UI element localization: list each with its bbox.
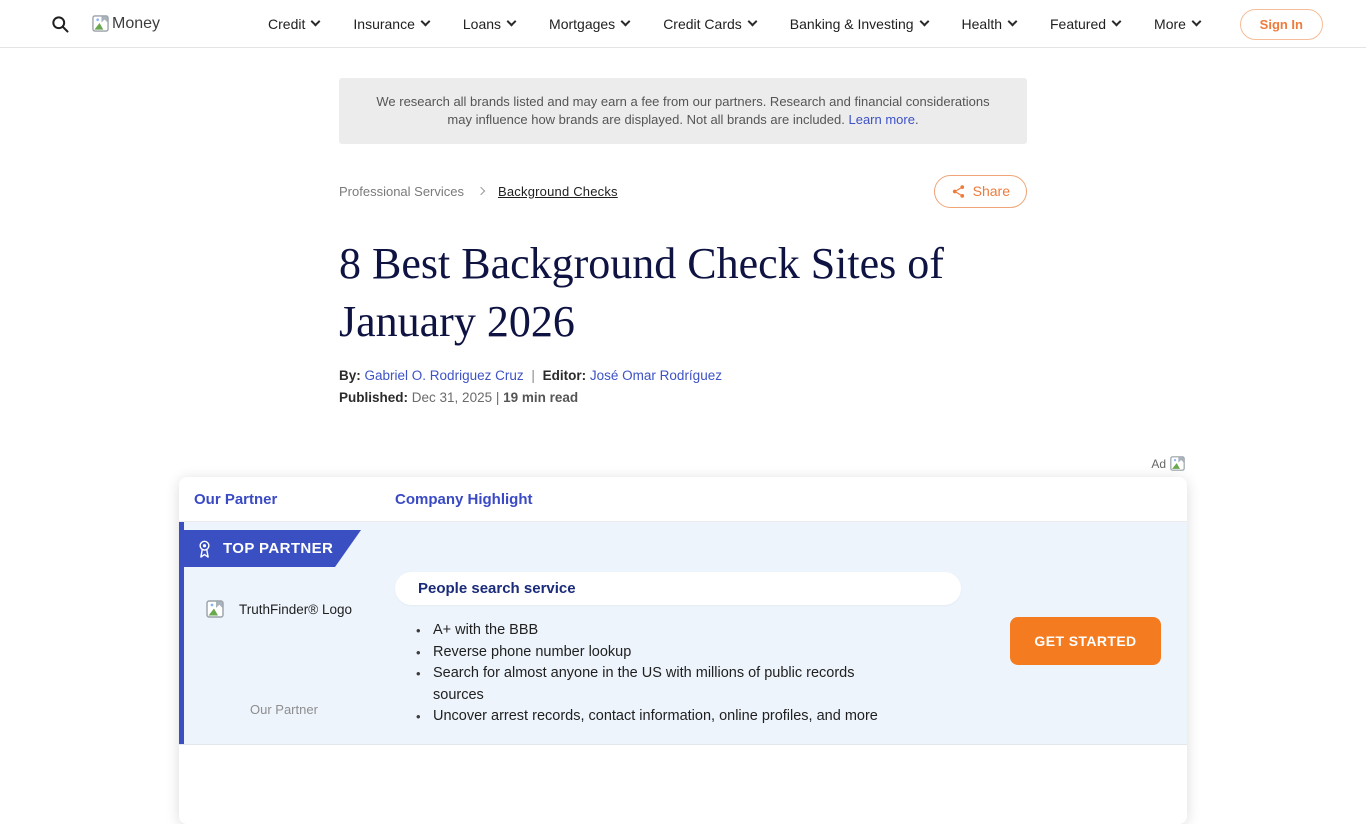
broken-image-icon [206,600,224,618]
get-started-button[interactable]: GET STARTED [1010,617,1161,665]
ribbon-icon [196,539,213,559]
logo-alt-text: TruthFinder® Logo [239,602,352,617]
nav-item-health[interactable]: Health [962,16,1016,32]
partner-comparison-card: Our Partner Company Highlight TOP PARTNE… [179,477,1187,824]
breadcrumb: Professional Services Background Checks [339,184,618,199]
top-partner-badge: TOP PARTNER [179,530,361,567]
ad-label-row: Ad [179,456,1187,471]
breadcrumb-row: Professional Services Background Checks … [339,174,1027,208]
main-nav: Credit Insurance Loans Mortgages Credit … [268,16,1200,32]
nav-item-credit-cards[interactable]: Credit Cards [663,16,756,32]
chevron-down-icon [747,17,757,27]
chevron-down-icon [1112,17,1122,27]
read-time: 19 min read [503,390,578,405]
nav-item-loans[interactable]: Loans [463,16,515,32]
learn-more-link[interactable]: Learn more [848,112,914,127]
top-nav-bar: Money Credit Insurance Loans Mortgages C… [0,0,1366,48]
partner-module: Ad Our Partner Company Highlight TOP PAR… [179,456,1187,824]
chevron-down-icon [420,17,430,27]
pub-divider: | [496,390,500,405]
top-partner-row: TOP PARTNER TruthFinder® Logo Our Partne… [179,522,1187,744]
nav-item-more[interactable]: More [1154,16,1200,32]
publish-line: Published: Dec 31, 2025 | 19 min read [339,390,1027,405]
truthfinder-logo[interactable]: TruthFinder® Logo [206,600,352,618]
next-partner-row-partial [179,744,1187,824]
feature-bullet: Search for almost anyone in the US with … [416,663,896,706]
disclosure-period: . [915,112,919,127]
page-content: We research all brands listed and may ea… [0,48,1366,405]
feature-bullet: Reverse phone number lookup [416,642,896,664]
editor-label: Editor: [543,368,587,383]
search-icon[interactable] [50,13,72,35]
share-icon [951,184,966,199]
advertiser-disclosure: We research all brands listed and may ea… [339,78,1027,144]
breadcrumb-current[interactable]: Background Checks [498,184,618,199]
feature-bullet: Uncover arrest records, contact informat… [416,706,896,728]
page-title: 8 Best Background Check Sites of January… [339,235,1027,351]
breadcrumb-chevron-icon [477,187,485,195]
chevron-down-icon [311,17,321,27]
share-label: Share [973,183,1010,199]
ad-label: Ad [1151,457,1166,471]
chevron-down-icon [621,17,631,27]
nav-item-insurance[interactable]: Insurance [353,16,428,32]
nav-item-mortgages[interactable]: Mortgages [549,16,629,32]
by-label: By: [339,368,361,383]
sign-in-button[interactable]: Sign In [1240,9,1323,40]
nav-item-featured[interactable]: Featured [1050,16,1120,32]
company-highlight-pill: People search service [395,572,961,605]
published-label: Published: [339,390,408,405]
byline-divider: | [527,368,539,383]
column-header-highlight: Company Highlight [395,491,533,508]
chevron-down-icon [1008,17,1018,27]
feature-bullet: A+ with the BBB [416,620,896,642]
partner-caption: Our Partner [250,702,318,717]
nav-item-banking-investing[interactable]: Banking & Investing [790,16,928,32]
editor-link[interactable]: José Omar Rodríguez [590,368,722,383]
byline: By: Gabriel O. Rodriguez Cruz | Editor: … [339,368,1027,383]
nav-item-credit[interactable]: Credit [268,16,319,32]
logo-alt-text: Money [112,15,160,33]
column-header-partner: Our Partner [179,491,395,508]
published-date: Dec 31, 2025 [412,390,492,405]
chevron-down-icon [1192,17,1202,27]
broken-image-icon [1170,456,1185,471]
broken-image-icon [92,15,109,32]
breadcrumb-parent[interactable]: Professional Services [339,184,464,199]
money-logo[interactable]: Money [92,15,160,33]
chevron-down-icon [919,17,929,27]
feature-bullet-list: A+ with the BBB Reverse phone number loo… [416,620,896,728]
author-link[interactable]: Gabriel O. Rodriguez Cruz [365,368,524,383]
top-partner-label: TOP PARTNER [223,540,333,557]
chevron-down-icon [507,17,517,27]
comparison-table-header: Our Partner Company Highlight [179,477,1187,522]
share-button[interactable]: Share [934,175,1027,208]
